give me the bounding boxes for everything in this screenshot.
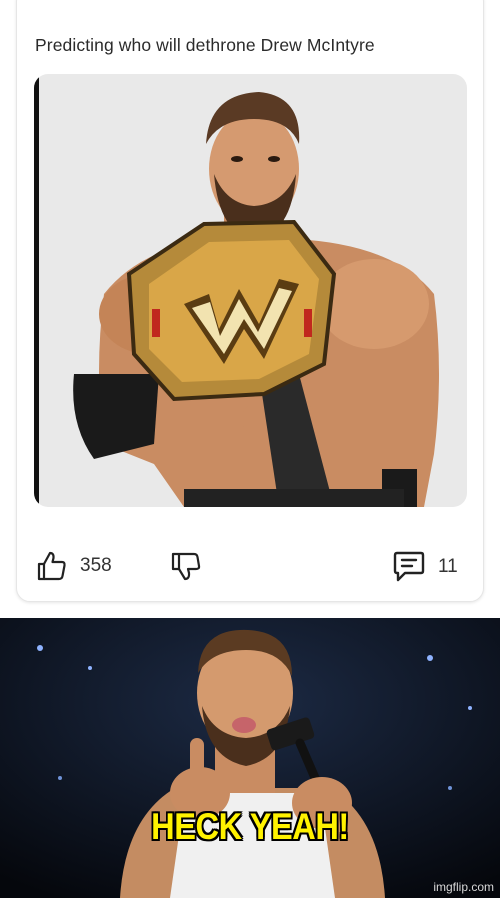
reaction-image bbox=[0, 618, 500, 898]
wrestler-illustration bbox=[73, 92, 439, 507]
reaction-photo bbox=[0, 618, 500, 898]
thumbs-down-icon bbox=[171, 552, 201, 581]
post-title: Predicting who will dethrone Drew McInty… bbox=[35, 35, 375, 55]
dislike-button[interactable] bbox=[170, 550, 202, 582]
like-count: 358 bbox=[80, 555, 112, 576]
imgflip-watermark: imgflip.com bbox=[433, 880, 494, 894]
post-image[interactable] bbox=[34, 74, 467, 507]
thumbs-up-icon bbox=[37, 551, 66, 581]
comment-icon bbox=[393, 551, 425, 582]
comment-count: 11 bbox=[438, 556, 458, 577]
like-button[interactable]: 358 bbox=[36, 550, 112, 582]
comment-button[interactable]: 11 bbox=[392, 551, 458, 583]
meme-caption: HECK YEAH! bbox=[151, 806, 349, 847]
